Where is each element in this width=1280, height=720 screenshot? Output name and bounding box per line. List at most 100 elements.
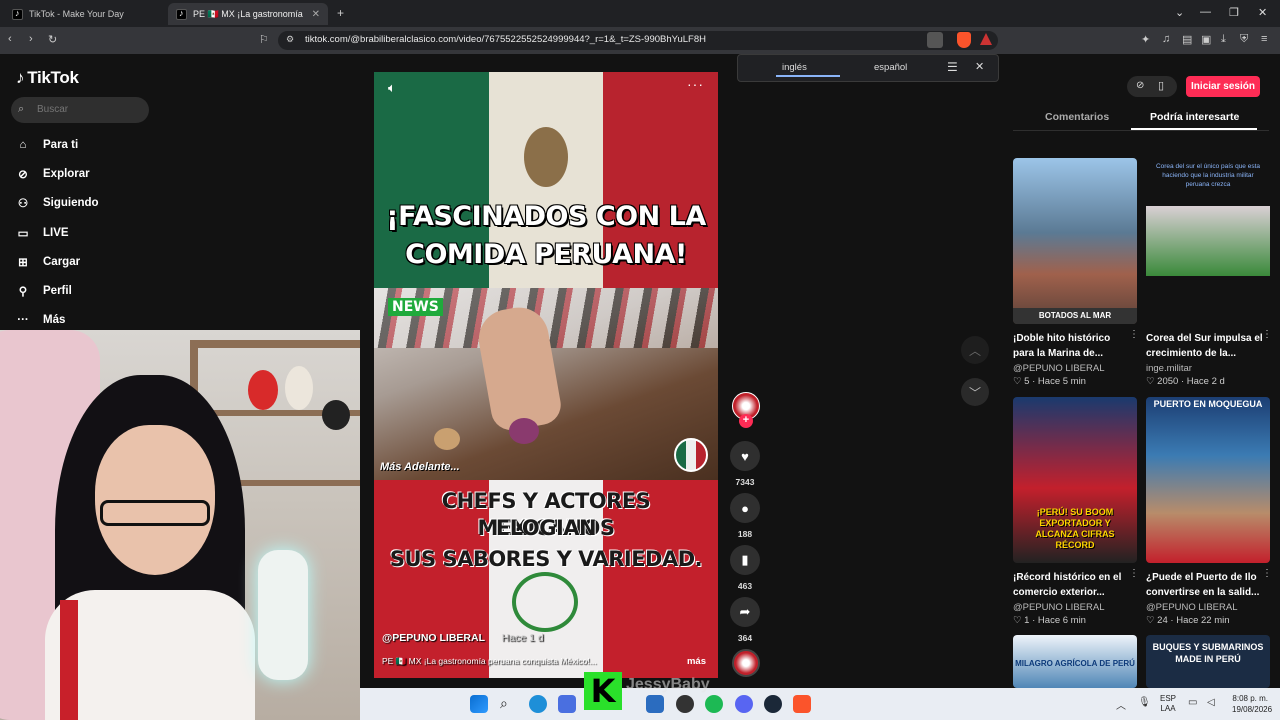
brave-taskbar-icon[interactable] <box>793 695 811 713</box>
like-action[interactable]: ♥ 7343 <box>729 441 761 487</box>
sidebar-item-mas[interactable]: ··· Más <box>15 308 65 332</box>
start-icon[interactable] <box>470 695 488 713</box>
site-info-icon[interactable]: ⚙ <box>286 34 294 45</box>
more-icon: ··· <box>17 314 29 326</box>
card-meta: ♡ 5 · Hace 5 min <box>1013 376 1086 387</box>
comment-icon[interactable]: ● <box>730 493 760 523</box>
clock[interactable]: 8:08 p. m. 19/08/2026 <box>1232 693 1272 715</box>
caption-more-link[interactable]: más <box>687 656 706 667</box>
new-tab-button[interactable]: + <box>337 6 344 20</box>
card-meta: ♡ 24 · Hace 22 min <box>1146 615 1230 626</box>
next-video-button[interactable]: ﹀ <box>961 378 989 406</box>
sound-disc-icon[interactable] <box>732 649 760 677</box>
sidebar-item-explorar[interactable]: ⊘ Explorar <box>15 162 90 186</box>
video-author[interactable]: @PEPUNO LIBERAL Hace 1 d <box>382 632 544 644</box>
compass-small-icon[interactable]: ⊘ <box>1136 80 1144 91</box>
forward-icon[interactable]: › <box>29 33 33 45</box>
comment-action[interactable]: ● 188 <box>729 493 761 539</box>
language-indicator[interactable]: ESP LAA <box>1158 694 1178 714</box>
suggested-video-card[interactable]: Corea del sur el único país que esta hac… <box>1146 158 1272 387</box>
minimize-button[interactable]: — <box>1200 6 1211 18</box>
steam-icon[interactable] <box>764 695 782 713</box>
card-meta: ♡ 1 · Hace 6 min <box>1013 615 1086 626</box>
share-action[interactable]: ➦ 364 <box>729 597 761 643</box>
suggested-video-card[interactable]: ¡PERÚ! SU BOOM EXPORTADOR Y ALCANZA CIFR… <box>1013 397 1139 626</box>
close-window-button[interactable]: ✕ <box>1258 6 1267 19</box>
sidebar-item-live[interactable]: ▭ LIVE <box>15 221 69 245</box>
card-more-icon[interactable]: ⋮ <box>1262 568 1272 579</box>
translate-icon[interactable] <box>927 32 943 48</box>
share-icon[interactable]: ➦ <box>730 597 760 627</box>
browser-tab-2[interactable]: PE 🇲🇽 MX ¡La gastronomía peru... ✕ <box>168 3 328 25</box>
translate-close-icon[interactable]: ✕ <box>975 60 984 73</box>
reload-icon[interactable]: ↻ <box>48 33 57 46</box>
browser-tab-1[interactable]: TikTok - Make Your Day <box>4 3 168 25</box>
card-thumbnail[interactable]: PUERTO EN MOQUEGUA <box>1146 397 1270 563</box>
video-headline-top: ¡FASCINADOS CON LA COMIDA PERUANA! <box>386 201 706 270</box>
sidebar-item-perfil[interactable]: ⚲ Perfil <box>15 279 72 303</box>
back-icon[interactable]: ‹ <box>8 33 12 45</box>
follow-plus-icon[interactable]: + <box>739 414 753 428</box>
sidebar-item-para-ti[interactable]: ⌂ Para ti <box>15 133 79 157</box>
tab-comentarios[interactable]: Comentarios <box>1045 111 1109 123</box>
mic-icon[interactable]: 🎙︎ <box>1138 697 1151 708</box>
sidebar-item-siguiendo[interactable]: ⚇ Siguiendo <box>15 191 99 215</box>
menu-icon[interactable]: ≡ <box>1261 33 1267 45</box>
prev-video-button[interactable]: ︿ <box>961 336 989 364</box>
tiktok-logo[interactable]: ♪ TikTok <box>16 68 79 88</box>
suggested-video-card[interactable]: BUQUES Y SUBMARINOS MADE IN PERÚ <box>1146 635 1270 688</box>
store-icon[interactable] <box>646 695 664 713</box>
lang-english[interactable]: inglés <box>782 62 807 73</box>
card-thumbnail[interactable]: Corea del sur el único país que esta hac… <box>1146 158 1270 324</box>
edge-icon[interactable] <box>529 695 547 713</box>
card-more-icon[interactable]: ⋮ <box>1129 329 1139 340</box>
save-action[interactable]: ▮ 463 <box>729 545 761 591</box>
card-thumbnail[interactable]: BOTADOS AL MAR <box>1013 158 1137 324</box>
heart-outline-icon: ♡ <box>1013 615 1022 626</box>
suggested-video-card[interactable]: BOTADOS AL MAR ¡Doble hito histórico par… <box>1013 158 1139 387</box>
bookmark-icon[interactable]: ▮ <box>730 545 760 575</box>
suggested-video-card[interactable]: PUERTO EN MOQUEGUA ¿Puede el Puerto de I… <box>1146 397 1272 626</box>
search-input[interactable] <box>37 104 137 115</box>
heart-icon[interactable]: ♥ <box>730 441 760 471</box>
tab-list-icon[interactable]: ⌄ <box>1175 6 1184 19</box>
extensions-icon[interactable]: ✦ <box>1141 33 1150 46</box>
vpn-icon[interactable]: ⛨ <box>1240 33 1248 46</box>
volume-icon[interactable]: 🔈︎ <box>388 80 396 96</box>
login-button[interactable]: Iniciar sesión <box>1186 76 1260 97</box>
lang-selected-underline <box>776 75 840 77</box>
lang-spanish[interactable]: español <box>874 62 907 73</box>
app-icon[interactable] <box>558 695 576 713</box>
download-icon[interactable]: ⤓ <box>1221 33 1226 46</box>
phone-icon[interactable]: ▯ <box>1158 79 1164 92</box>
network-icon[interactable]: ▭ <box>1188 697 1197 708</box>
video-player[interactable]: ¡FASCINADOS CON LA COMIDA PERUANA! NEWS … <box>374 72 718 678</box>
discord-icon[interactable] <box>735 695 753 713</box>
taskbar-search-icon[interactable]: ⌕ <box>500 695 518 713</box>
tray-chevron-icon[interactable]: ︿ <box>1116 697 1126 712</box>
close-tab-icon[interactable]: ✕ <box>312 9 320 20</box>
media-icon[interactable]: ♫ <box>1162 33 1170 45</box>
spotify-icon[interactable] <box>705 695 723 713</box>
card-more-icon[interactable]: ⋮ <box>1262 329 1272 340</box>
more-options-icon[interactable]: ··· <box>687 76 704 92</box>
obs-icon[interactable] <box>676 695 694 713</box>
card-thumbnail[interactable]: ¡PERÚ! SU BOOM EXPORTADOR Y ALCANZA CIFR… <box>1013 397 1137 563</box>
suggested-video-card[interactable]: MILAGRO AGRÍCOLA DE PERÚ <box>1013 635 1137 688</box>
bookmark-icon[interactable]: ⚐ <box>259 33 269 46</box>
rewards-icon[interactable] <box>980 33 992 45</box>
sidebar-item-cargar[interactable]: ⊞ Cargar <box>15 250 80 274</box>
volume-tray-icon[interactable]: ◁ <box>1207 697 1215 708</box>
tiktok-favicon-icon <box>176 8 187 20</box>
wallet-icon[interactable]: ▣ <box>1201 33 1211 46</box>
tiktok-favicon-icon <box>12 8 23 20</box>
card-more-icon[interactable]: ⋮ <box>1129 568 1139 579</box>
sidebar-icon[interactable]: ▤ <box>1182 33 1192 46</box>
upload-icon: ⊞ <box>18 257 28 269</box>
chevron-down-icon: ﹀ <box>968 385 981 400</box>
translate-menu-icon[interactable]: ☰ <box>947 60 958 74</box>
brave-shield-icon[interactable] <box>957 32 971 48</box>
maximize-button[interactable]: ❐ <box>1229 6 1239 19</box>
url-text[interactable]: tiktok.com/@brabiliberalclasico.com/vide… <box>305 34 706 45</box>
tab-podria-interesarte[interactable]: Podría interesarte <box>1150 111 1239 123</box>
